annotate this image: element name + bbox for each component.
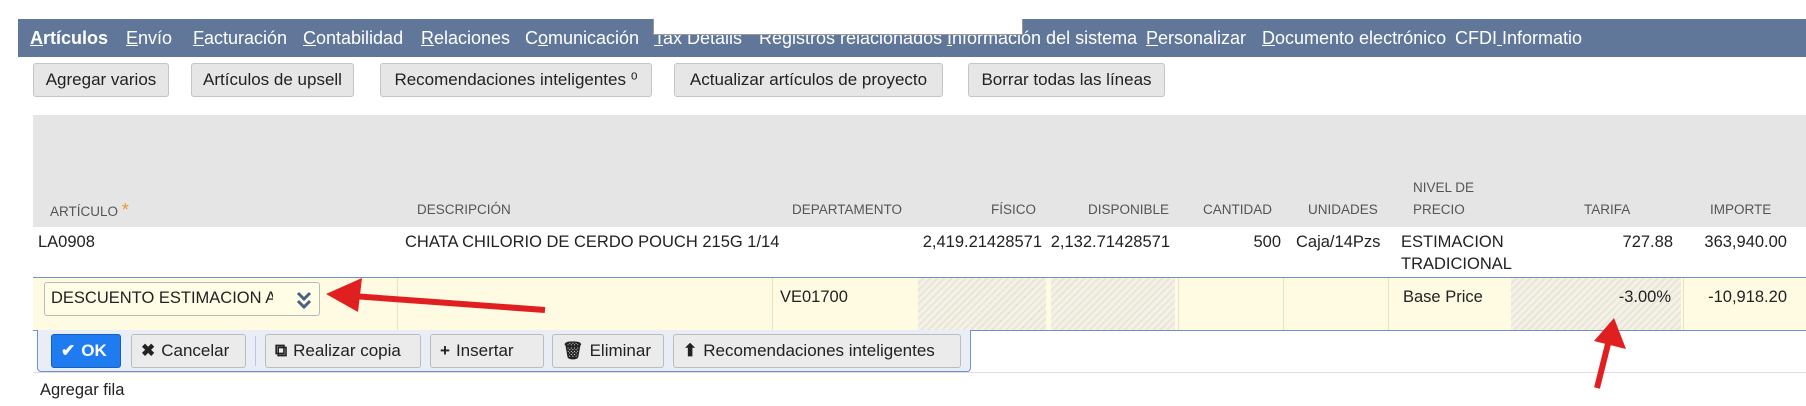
plus-icon: + bbox=[440, 341, 450, 360]
tab-comunicacion[interactable]: Comunicación bbox=[525, 19, 639, 57]
edit-departamento[interactable]: VE01700 bbox=[780, 286, 848, 308]
edit-nivel-precio[interactable]: Base Price bbox=[1403, 286, 1483, 308]
col-fisico[interactable]: FÍSICO bbox=[991, 199, 1036, 221]
col-cantidad[interactable]: CANTIDAD bbox=[1203, 199, 1272, 221]
copy-icon: ⧉ bbox=[275, 341, 288, 360]
edit-importe[interactable]: -10,918.20 bbox=[1683, 286, 1787, 308]
cell-divider bbox=[1178, 278, 1179, 330]
ok-button[interactable]: ✔ OK bbox=[51, 334, 121, 368]
col-descripcion[interactable]: DESCRIPCIÓN bbox=[417, 199, 511, 221]
toolbar-separator bbox=[255, 336, 256, 366]
col-articulo[interactable]: ARTÍCULO * bbox=[50, 199, 129, 223]
tab-articulos[interactable]: Artículos bbox=[30, 19, 108, 57]
arrow-up-icon: ⬆ bbox=[683, 341, 698, 360]
eliminar-button[interactable]: 🗑 Eliminar bbox=[552, 334, 664, 368]
cell-unidades: Caja/14Pzs bbox=[1296, 233, 1381, 251]
col-tarifa[interactable]: TARIFA bbox=[1584, 199, 1630, 221]
tab-envio[interactable]: Envío bbox=[126, 19, 172, 57]
agregar-varios-button[interactable]: Agregar varios bbox=[33, 63, 169, 97]
trash-icon: 🗑 bbox=[562, 341, 584, 360]
col-nivel-precio[interactable]: NIVEL DE PRECIO bbox=[1413, 177, 1474, 221]
cell-divider bbox=[772, 278, 773, 330]
cell-tarifa: 727.88 bbox=[1622, 233, 1673, 251]
top-field-edge bbox=[653, 19, 1023, 35]
readonly-cell-fisico bbox=[918, 278, 1046, 330]
col-unidades[interactable]: UNIDADES bbox=[1308, 199, 1378, 221]
cell-importe: 363,940.00 bbox=[1704, 233, 1787, 251]
cell-descripcion: CHATA CHILORIO DE CERDO POUCH 215G 1/14 bbox=[405, 233, 780, 251]
col-disponible[interactable]: DISPONIBLE bbox=[1088, 199, 1169, 221]
recomendaciones-inteligentes-row-button[interactable]: ⬆ Recomendaciones inteligentes bbox=[673, 334, 961, 368]
close-icon: ✖ bbox=[141, 341, 156, 360]
tab-contabilidad[interactable]: Contabilidad bbox=[303, 19, 403, 57]
cancelar-button[interactable]: ✖ Cancelar bbox=[131, 334, 246, 368]
cell-fisico: 2,419.21428571 bbox=[922, 233, 1042, 251]
cell-divider bbox=[1283, 278, 1284, 330]
required-mark: * bbox=[121, 200, 129, 220]
grid-header: ARTÍCULO * DESCRIPCIÓN DEPARTAMENTO FÍSI… bbox=[33, 115, 1806, 227]
tab-relaciones[interactable]: Relaciones bbox=[421, 19, 510, 57]
actualizar-articulos-proyecto-button[interactable]: Actualizar artículos de proyecto bbox=[674, 63, 943, 97]
item-select-field[interactable]: DESCUENTO ESTIMACION ARTICULOS bbox=[44, 282, 320, 316]
cell-disponible: 2,132.71428571 bbox=[1050, 233, 1170, 251]
articulos-upsell-button[interactable]: Artículos de upsell bbox=[191, 63, 354, 97]
realizar-copia-button[interactable]: ⧉ Realizar copia bbox=[265, 334, 421, 368]
cell-cantidad: 500 bbox=[1253, 233, 1281, 251]
tab-documento-electronico[interactable]: Documento electrónico bbox=[1262, 19, 1446, 57]
cell-divider bbox=[397, 278, 398, 330]
cell-articulo: LA0908 bbox=[38, 233, 95, 251]
col-departamento[interactable]: DEPARTAMENTO bbox=[792, 199, 902, 221]
cell-nivel-precio: ESTIMACION TRADICIONAL bbox=[1401, 233, 1512, 273]
cell-divider bbox=[1388, 278, 1389, 330]
table-row[interactable]: LA0908 CHATA CHILORIO DE CERDO POUCH 215… bbox=[33, 227, 1806, 277]
double-chevron-down-icon[interactable] bbox=[295, 289, 313, 311]
row-edit-toolbar: ✔ OK ✖ Cancelar ⧉ Realizar copia + Insertar … bbox=[37, 330, 971, 372]
check-icon: ✔ bbox=[61, 341, 76, 360]
insertar-button[interactable]: + Insertar bbox=[430, 334, 544, 368]
borrar-lineas-button[interactable]: Borrar todas las líneas bbox=[968, 63, 1165, 97]
edit-tarifa[interactable]: -3.00% bbox=[1513, 286, 1671, 308]
tab-cfdi-information[interactable]: CFDI Informatio bbox=[1455, 19, 1582, 57]
agregar-fila-row[interactable]: Agregar fila bbox=[33, 372, 1806, 406]
col-importe[interactable]: IMPORTE bbox=[1710, 199, 1771, 221]
tab-personalizar[interactable]: Personalizar bbox=[1146, 19, 1246, 57]
recomendaciones-inteligentes-button[interactable]: Recomendaciones inteligentes ⁰ bbox=[380, 63, 652, 97]
agregar-fila-label[interactable]: Agregar fila bbox=[40, 381, 124, 400]
readonly-cell-disponible bbox=[1051, 278, 1175, 330]
edit-row[interactable]: DESCUENTO ESTIMACION ARTICULOS VE01700 B… bbox=[33, 277, 1806, 331]
tab-facturacion[interactable]: Facturación bbox=[193, 19, 287, 57]
subtab-bar: Artículos Envío Facturación Contabilidad… bbox=[18, 19, 1806, 57]
